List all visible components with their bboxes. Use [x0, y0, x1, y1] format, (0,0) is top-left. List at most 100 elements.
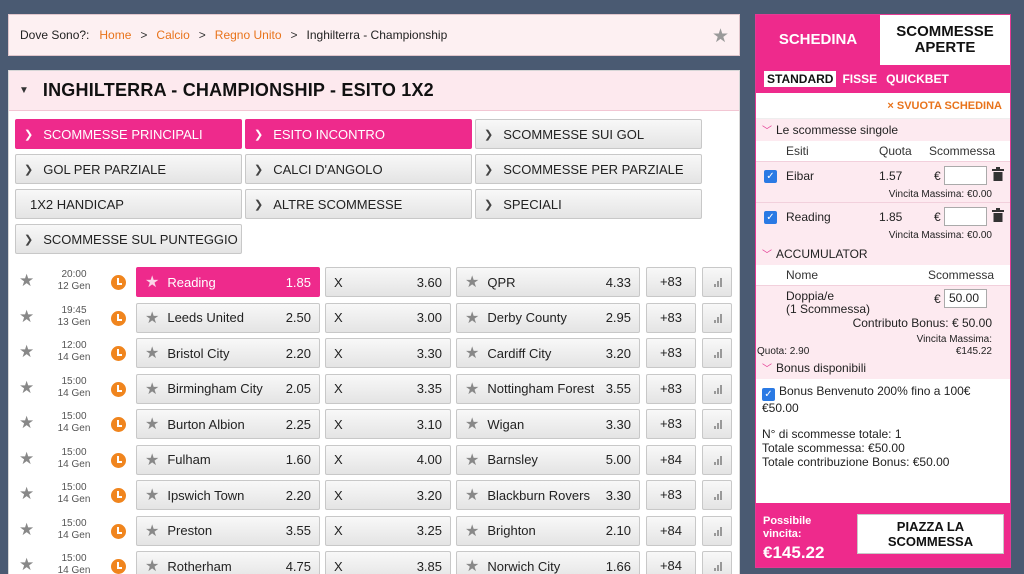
odds-button-away[interactable]: ★ QPR 4.33: [456, 267, 640, 297]
col-quota: Quota: [879, 144, 912, 158]
clear-betslip-button[interactable]: × SVUOTA SCHEDINA: [756, 93, 1010, 119]
bet-checkbox[interactable]: ✓: [764, 170, 777, 183]
odds-button-away[interactable]: ★ Blackburn Rovers 3.30: [456, 480, 640, 510]
bonus-checkbox[interactable]: ✓: [762, 388, 775, 401]
stats-bars-icon[interactable]: [702, 444, 732, 475]
stake-input[interactable]: [944, 207, 987, 226]
odds-button-away[interactable]: ★ Brighton 2.10: [456, 515, 640, 546]
star-icon[interactable]: ★: [19, 449, 34, 469]
stats-bars-icon[interactable]: [702, 480, 732, 510]
bonus-section-header[interactable]: ﹀ Bonus disponibili: [756, 357, 1010, 379]
market-altre-scommesse[interactable]: ❯ ALTRE SCOMMESSE: [245, 189, 472, 219]
odds-button-away[interactable]: ★ Nottingham Forest 3.55: [456, 373, 640, 404]
stats-bars-icon[interactable]: [702, 551, 732, 574]
favourite-star-icon[interactable]: ★: [712, 25, 729, 48]
tab-scommesse-aperte[interactable]: SCOMMESSE APERTE: [880, 15, 1010, 65]
odds-button-draw[interactable]: X 3.85: [325, 551, 451, 574]
star-icon[interactable]: ★: [19, 271, 34, 291]
odds-button-draw[interactable]: X 4.00: [325, 444, 451, 475]
odds-button-home[interactable]: ★ Reading 1.85: [136, 267, 320, 297]
market-1x2-handicap[interactable]: 1X2 HANDICAP: [15, 189, 242, 219]
draw-label: X: [334, 416, 343, 432]
more-markets-button[interactable]: +84: [646, 444, 696, 475]
breadcrumb-calcio[interactable]: Calcio: [156, 28, 189, 42]
odds-button-away[interactable]: ★ Barnsley 5.00: [456, 444, 640, 475]
market-calci-d-angolo[interactable]: ❯ CALCI D'ANGOLO: [245, 154, 472, 184]
more-markets-button[interactable]: +83: [646, 267, 696, 297]
stats-bars-icon[interactable]: [702, 515, 732, 546]
market-scommesse-sui-gol[interactable]: ❯ SCOMMESSE SUI GOL: [475, 119, 702, 149]
market-scommesse-per-parziale[interactable]: ❯ SCOMMESSE PER PARZIALE: [475, 154, 702, 184]
star-icon[interactable]: ★: [19, 413, 34, 433]
market-scommesse-sul-punteggio[interactable]: ❯ SCOMMESSE SUL PUNTEGGIO: [15, 224, 242, 254]
stats-bars-icon[interactable]: [702, 267, 732, 297]
odds-value: 2.20: [285, 487, 311, 503]
accumulator-section-header[interactable]: ﹀ ACCUMULATOR: [756, 243, 1010, 265]
star-icon[interactable]: ★: [19, 378, 34, 398]
odds-button-draw[interactable]: X 3.25: [325, 515, 451, 546]
more-markets-button[interactable]: +83: [646, 409, 696, 439]
stats-bars-icon[interactable]: [702, 373, 732, 404]
clock-icon: [111, 346, 126, 361]
mode-standard[interactable]: STANDARD: [764, 71, 837, 87]
event-row: ★ 15:00 14 Gen ★ Preston 3.55 X 3.25 ★ Bright…: [9, 515, 739, 552]
odds-button-home[interactable]: ★ Fulham 1.60: [136, 444, 320, 475]
more-markets-button[interactable]: +84: [646, 551, 696, 574]
more-markets-button[interactable]: +83: [646, 373, 696, 404]
star-icon[interactable]: ★: [19, 484, 34, 504]
odds-button-home[interactable]: ★ Preston 3.55: [136, 515, 320, 546]
more-markets-button[interactable]: +83: [646, 480, 696, 510]
place-bet-button[interactable]: PIAZZA LA SCOMMESSA: [857, 514, 1004, 554]
breadcrumb-regno-unito[interactable]: Regno Unito: [215, 28, 282, 42]
tab-schedina[interactable]: SCHEDINA: [756, 15, 881, 65]
breadcrumb-home[interactable]: Home: [99, 28, 131, 42]
odds-button-away[interactable]: ★ Norwich City 1.66: [456, 551, 640, 574]
odds-button-home[interactable]: ★ Ipswich Town 2.20: [136, 480, 320, 510]
stats-bars-icon[interactable]: [702, 409, 732, 439]
bet-checkbox[interactable]: ✓: [764, 211, 777, 224]
star-icon[interactable]: ★: [19, 555, 34, 574]
odds-button-home[interactable]: ★ Bristol City 2.20: [136, 338, 320, 368]
market-speciali[interactable]: ❯ SPECIALI: [475, 189, 702, 219]
team-name: Brighton: [487, 523, 536, 538]
odds-button-draw[interactable]: X 3.10: [325, 409, 451, 439]
more-markets-button[interactable]: +83: [646, 338, 696, 368]
acc-stake-input[interactable]: 50.00: [944, 289, 987, 308]
trash-icon[interactable]: [992, 208, 1004, 222]
odds-button-away[interactable]: ★ Wigan 3.30: [456, 409, 640, 439]
trash-icon[interactable]: [992, 167, 1004, 181]
odds-button-draw[interactable]: X 3.20: [325, 480, 451, 510]
team-name: Reading: [167, 274, 216, 290]
acc-count: (1 Scommessa): [786, 302, 871, 316]
star-icon: ★: [465, 274, 480, 291]
team-name: Blackburn Rovers: [487, 487, 590, 503]
singles-section-header[interactable]: ﹀ Le scommesse singole: [756, 119, 1010, 141]
odds-button-draw[interactable]: X 3.35: [325, 373, 451, 404]
odds-button-draw[interactable]: X 3.00: [325, 302, 451, 333]
market-scommesse-principali[interactable]: ❯ SCOMMESSE PRINCIPALI: [15, 119, 242, 149]
stats-bars-icon[interactable]: [702, 302, 732, 333]
odds-button-home[interactable]: ★ Birmingham City 2.05: [136, 373, 320, 404]
star-icon[interactable]: ★: [19, 307, 34, 327]
odds-button-away[interactable]: ★ Cardiff City 3.20: [456, 338, 640, 368]
more-markets-button[interactable]: +84: [646, 515, 696, 546]
more-markets-button[interactable]: +83: [646, 302, 696, 333]
odds-button-home[interactable]: ★ Rotherham 4.75: [136, 551, 320, 574]
event-time: 15:00 14 Gen: [57, 482, 91, 505]
market-gol-per-parziale[interactable]: ❯ GOL PER PARZIALE: [15, 154, 242, 184]
collapse-triangle-icon[interactable]: ▼: [19, 85, 29, 96]
market-esito-incontro[interactable]: ❯ ESITO INCONTRO: [245, 119, 472, 149]
draw-label: X: [334, 558, 343, 574]
stake-input[interactable]: [944, 166, 987, 185]
mode-quickbet[interactable]: QUICKBET: [883, 71, 952, 87]
odds-button-draw[interactable]: X 3.30: [325, 338, 451, 368]
odds-button-draw[interactable]: X 3.60: [325, 267, 451, 297]
section-header[interactable]: ▼ INGHILTERRA - CHAMPIONSHIP - ESITO 1X2: [9, 71, 739, 111]
mode-fisse[interactable]: FISSE: [839, 71, 880, 87]
stats-bars-icon[interactable]: [702, 338, 732, 368]
odds-button-home[interactable]: ★ Leeds United 2.50: [136, 302, 320, 333]
odds-button-away[interactable]: ★ Derby County 2.95: [456, 302, 640, 333]
star-icon[interactable]: ★: [19, 520, 34, 540]
star-icon[interactable]: ★: [19, 342, 34, 362]
odds-button-home[interactable]: ★ Burton Albion 2.25: [136, 409, 320, 439]
